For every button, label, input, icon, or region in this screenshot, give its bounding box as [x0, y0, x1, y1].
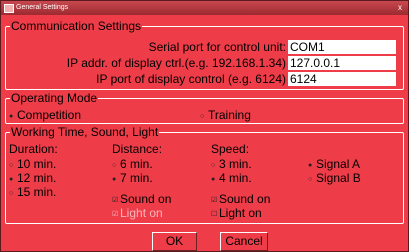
distance-header: Distance:: [112, 142, 163, 156]
duration-12-label: 12 min.: [17, 171, 57, 185]
radio-icon: ●: [112, 176, 117, 183]
radio-icon: ○: [308, 176, 313, 183]
checkbox-icon: ☑: [112, 211, 119, 218]
signal-b-label: Signal B: [316, 171, 361, 185]
ip-addr-label: IP addr. of display ctrl.(e.g. 192.168.1…: [66, 56, 286, 70]
duration-header: Duration:: [9, 142, 58, 156]
serial-port-label: Serial port for control unit:: [148, 40, 286, 54]
ip-port-input[interactable]: 6124: [288, 72, 396, 86]
ip-addr-input[interactable]: 127.0.0.1: [288, 56, 396, 70]
general-settings-dialog: General Settings x Communication Setting…: [0, 0, 409, 252]
duration-15-radio[interactable]: ○ 15 min.: [9, 185, 56, 201]
duration-15-label: 15 min.: [17, 185, 57, 199]
mode-training-label: Training: [208, 108, 251, 122]
working-time-group: Working Time, Sound, Light Duration: ○ 10…: [5, 125, 404, 224]
distance-6-label: 6 min.: [120, 157, 153, 171]
speed-sound-label: Sound on: [219, 192, 271, 206]
radio-icon: ●: [211, 176, 216, 183]
window-title: General Settings: [16, 4, 69, 11]
operating-mode-group: Operating Mode ● Competition ○ Training: [5, 91, 404, 124]
distance-sound-label: Sound on: [120, 192, 172, 206]
distance-7-radio[interactable]: ● 7 min.: [112, 171, 153, 187]
ip-port-label: IP port of display control (e.g. 6124): [96, 72, 286, 86]
distance-light-label: Light on: [120, 206, 163, 220]
communication-settings-legend: Communication Settings: [10, 19, 143, 33]
ok-button[interactable]: OK: [152, 232, 197, 251]
signal-a-label: Signal A: [316, 157, 361, 171]
distance-light-checkbox: ☑ Light on: [112, 206, 163, 222]
signal-b-radio[interactable]: ○ Signal B: [308, 171, 361, 187]
speed-3-label: 3 min.: [219, 157, 252, 171]
distance-7-label: 7 min.: [120, 171, 153, 185]
speed-4-radio[interactable]: ● 4 min.: [211, 171, 252, 187]
mode-training-radio[interactable]: ○ Training: [200, 108, 251, 124]
speed-light-label: Light on: [219, 206, 262, 220]
mode-competition-label: Competition: [17, 108, 82, 122]
close-icon[interactable]: x: [395, 3, 405, 12]
speed-light-checkbox[interactable]: ☐ Light on: [211, 206, 262, 222]
title-bar[interactable]: General Settings x: [1, 1, 408, 15]
speed-header: Speed:: [211, 142, 250, 156]
duration-10-label: 10 min.: [17, 157, 57, 171]
cancel-button[interactable]: Cancel: [220, 232, 268, 251]
radio-icon: ○: [9, 190, 14, 197]
mode-competition-radio[interactable]: ● Competition: [9, 108, 81, 124]
radio-icon: ○: [200, 113, 205, 120]
communication-settings-group: Communication Settings Serial port for c…: [5, 19, 404, 90]
working-time-legend: Working Time, Sound, Light: [10, 125, 160, 139]
radio-icon: ●: [9, 113, 14, 120]
app-icon: [4, 4, 14, 13]
speed-4-label: 4 min.: [219, 171, 252, 185]
serial-port-input[interactable]: COM1: [288, 40, 396, 54]
operating-mode-legend: Operating Mode: [10, 91, 99, 105]
checkbox-icon: ☐: [211, 211, 218, 218]
